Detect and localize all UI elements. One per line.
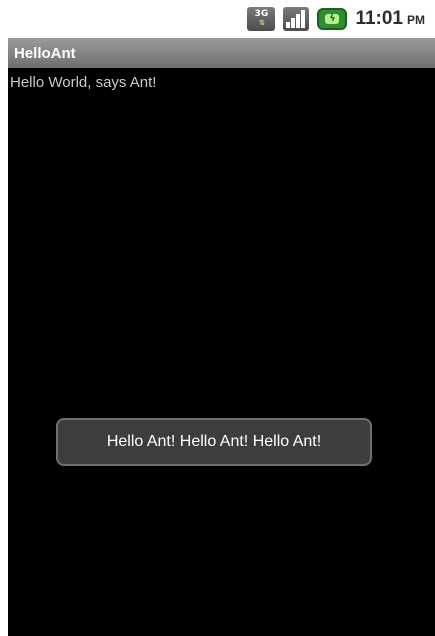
- network-label: 3G: [254, 9, 269, 19]
- app-content: Hello World, says Ant!: [8, 68, 435, 636]
- clock-ampm: PM: [407, 13, 425, 27]
- status-bar: 3G ⇅ ϟ 11:01 PM: [0, 0, 435, 38]
- app-title-bar: HelloAnt: [8, 38, 435, 68]
- device-screen: 3G ⇅ ϟ 11:01 PM HelloAnt Hello World, sa…: [0, 0, 435, 636]
- toast-notification: Hello Ant! Hello Ant! Hello Ant!: [56, 418, 372, 466]
- data-arrows-icon: ⇅: [259, 19, 265, 27]
- hello-message: Hello World, says Ant!: [10, 74, 157, 91]
- network-3g-icon: 3G ⇅: [247, 7, 276, 31]
- battery-charge-icon: ϟ: [325, 14, 340, 24]
- clock: 11:01 PM: [355, 8, 425, 30]
- toast-text: Hello Ant! Hello Ant! Hello Ant!: [106, 433, 322, 450]
- clock-time: 11:01: [355, 8, 403, 29]
- status-icons: 3G ⇅ ϟ 11:01 PM: [247, 6, 425, 32]
- app-title: HelloAnt: [14, 44, 76, 62]
- battery-icon: ϟ: [317, 8, 348, 30]
- signal-strength-icon: [283, 7, 310, 31]
